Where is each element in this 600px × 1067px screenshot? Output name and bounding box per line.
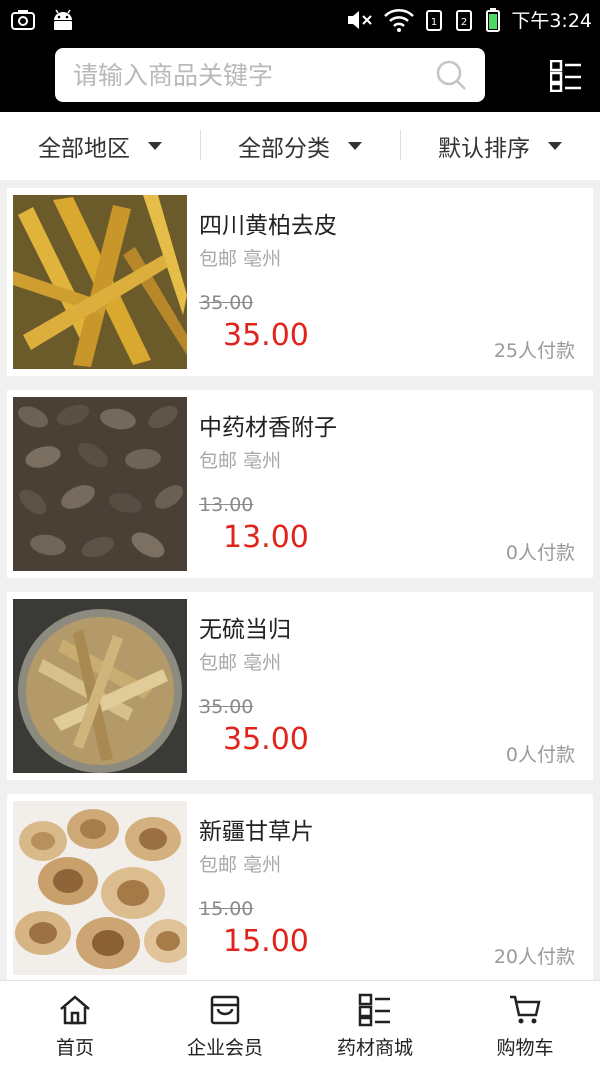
sold-count: 0人付款 (505, 542, 575, 564)
product-meta: 包邮 亳州 (199, 850, 281, 877)
original-price: 15.00 (199, 898, 254, 920)
product-meta: 包邮 亳州 (199, 446, 281, 473)
search-box[interactable] (55, 48, 485, 102)
location-tag: 亳州 (243, 450, 282, 472)
original-price: 35.00 (199, 292, 254, 314)
location-tag: 亳州 (243, 854, 282, 876)
filter-label: 全部分类 (238, 136, 330, 162)
filter-category[interactable]: 全部分类 (200, 112, 400, 180)
product-image[interactable] (13, 599, 187, 773)
sold-count: 0人付款 (505, 744, 575, 766)
battery-icon (486, 7, 501, 32)
price: 35.00 (223, 318, 309, 353)
nav-label: 首页 (55, 1037, 94, 1059)
nav-label: 药材商城 (336, 1037, 413, 1059)
filter-region[interactable]: 全部地区 (0, 112, 200, 180)
sold-count: 20人付款 (493, 946, 575, 968)
sold-count: 25人付款 (493, 340, 575, 362)
original-price: 13.00 (199, 494, 254, 516)
search-input[interactable] (73, 48, 413, 102)
location-tag: 亳州 (243, 248, 282, 270)
nav-shop[interactable]: 药材商城 (300, 981, 450, 1067)
product-card[interactable]: 无硫当归 包邮 亳州 35.00 35.00 0人付款 (7, 592, 593, 780)
svg-text:1: 1 (431, 17, 437, 28)
product-image[interactable] (13, 397, 187, 571)
android-icon (54, 9, 72, 30)
wifi-icon (384, 8, 415, 32)
price: 15.00 (223, 924, 309, 959)
nav-label: 企业会员 (186, 1037, 263, 1059)
nav-label: 购物车 (496, 1037, 554, 1059)
product-meta: 包邮 亳州 (199, 244, 281, 271)
product-title: 无硫当归 (199, 617, 291, 643)
product-image[interactable] (13, 801, 187, 975)
product-card[interactable]: 中药材香附子 包邮 亳州 13.00 13.00 0人付款 (7, 390, 593, 578)
filter-sort[interactable]: 默认排序 (400, 112, 600, 180)
product-card[interactable]: 四川黄柏去皮 包邮 亳州 35.00 35.00 25人付款 (7, 188, 593, 376)
category-menu-icon[interactable] (550, 60, 582, 92)
nav-member[interactable]: 企业会员 (150, 981, 300, 1067)
nav-cart[interactable]: 购物车 (450, 981, 600, 1067)
product-title: 四川黄柏去皮 (199, 213, 337, 239)
location-tag: 亳州 (243, 652, 282, 674)
mute-icon (348, 10, 373, 29)
shipping-tag: 包邮 (199, 652, 238, 674)
status-time: 下午3:24 (511, 10, 592, 32)
product-title: 新疆甘草片 (199, 819, 314, 845)
grid-list-icon (358, 993, 390, 1027)
product-meta: 包邮 亳州 (199, 648, 281, 675)
nav-home[interactable]: 首页 (0, 981, 150, 1067)
home-icon (60, 995, 90, 1025)
header (0, 40, 600, 112)
shipping-tag: 包邮 (199, 854, 238, 876)
search-icon[interactable] (435, 59, 467, 91)
store-icon (210, 995, 240, 1025)
sim1-signal-icon: 1 (426, 9, 443, 31)
product-image[interactable] (13, 195, 187, 369)
price: 35.00 (223, 722, 309, 757)
original-price: 35.00 (199, 696, 254, 718)
status-bar: 1 2 下午3:24 (0, 0, 600, 40)
sim2-signal-icon: 2 (456, 9, 473, 31)
shipping-tag: 包邮 (199, 248, 238, 270)
filter-bar: 全部地区 全部分类 默认排序 (0, 112, 600, 180)
shipping-tag: 包邮 (199, 450, 238, 472)
filter-label: 默认排序 (438, 136, 530, 162)
caret-down-icon (148, 142, 162, 150)
filter-label: 全部地区 (38, 136, 130, 162)
price: 13.00 (223, 520, 309, 555)
cart-icon (510, 995, 541, 1024)
bottom-nav: 首页 企业会员 药材商城 购物车 (0, 980, 600, 1067)
screenshot-icon (11, 10, 35, 30)
caret-down-icon (548, 142, 562, 150)
product-card[interactable]: 新疆甘草片 包邮 亳州 15.00 15.00 20人付款 (7, 794, 593, 982)
caret-down-icon (348, 142, 362, 150)
svg-text:2: 2 (461, 17, 467, 28)
product-title: 中药材香附子 (199, 415, 337, 441)
